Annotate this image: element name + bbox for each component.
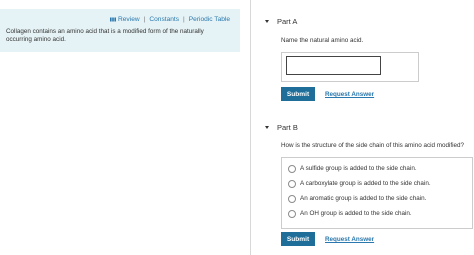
- collapse-triangle-icon[interactable]: [265, 20, 269, 23]
- choice-label: A carboxylate group is added to the side…: [300, 180, 431, 187]
- review-link[interactable]: Review: [118, 16, 140, 23]
- choice-label: An OH group is added to the side chain.: [300, 210, 412, 217]
- toolbar-separator: |: [143, 16, 146, 23]
- collapse-triangle-icon[interactable]: [265, 126, 269, 129]
- part-b-request-answer-link[interactable]: Request Answer: [325, 236, 374, 243]
- choice-label: A sulfide group is added to the side cha…: [300, 165, 417, 172]
- radio-button[interactable]: [288, 180, 296, 188]
- part-b-submit-button[interactable]: Submit: [281, 232, 315, 246]
- constants-link[interactable]: Constants: [149, 16, 179, 23]
- parts-panel: Part A Name the natural amino acid. Subm…: [251, 0, 474, 255]
- radio-button[interactable]: [288, 195, 296, 203]
- part-a-request-answer-link[interactable]: Request Answer: [325, 91, 374, 98]
- part-a-question: Name the natural amino acid.: [281, 37, 364, 44]
- periodic-table-link[interactable]: Periodic Table: [189, 16, 230, 23]
- part-b-choices: A sulfide group is added to the side cha…: [281, 157, 473, 229]
- choice-label: An aromatic group is added to the side c…: [300, 195, 427, 202]
- part-a-header[interactable]: Part A: [265, 17, 297, 26]
- problem-text: Collagen contains an amino acid that is …: [6, 28, 204, 43]
- part-a-title: Part A: [277, 17, 298, 26]
- part-b-question: How is the structure of the side chain o…: [281, 142, 465, 149]
- problem-panel: Review | Constants | Periodic Table Collagen…: [0, 0, 248, 255]
- resource-toolbar: Review | Constants | Periodic Table: [110, 16, 230, 23]
- part-b-title: Part B: [277, 123, 298, 132]
- radio-button[interactable]: [288, 210, 296, 218]
- radio-button[interactable]: [288, 165, 296, 173]
- toolbar-separator: |: [183, 16, 185, 23]
- part-b-header[interactable]: Part B: [265, 123, 298, 132]
- part-a-answer-box: [281, 52, 419, 82]
- review-bars-icon: [110, 17, 116, 21]
- part-a-answer-input[interactable]: [286, 56, 381, 75]
- part-a-submit-button[interactable]: Submit: [281, 87, 315, 101]
